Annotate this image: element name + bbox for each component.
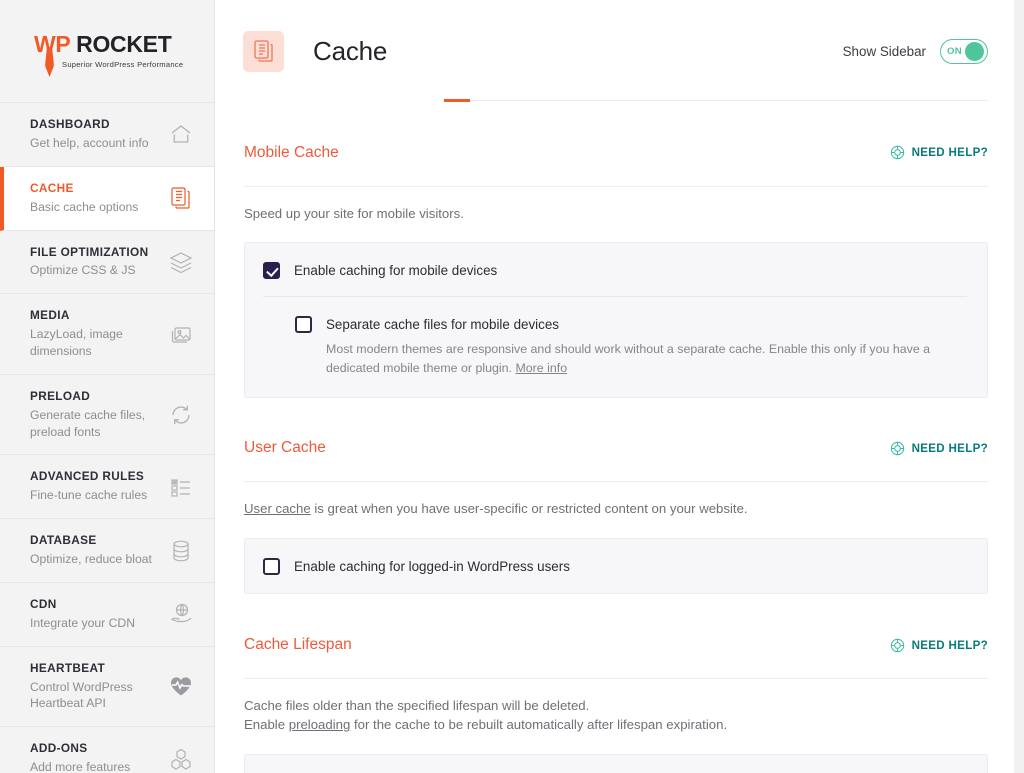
mobile-cache-panel: Enable caching for mobile devices Separa… — [244, 242, 988, 397]
section-description: Cache files older than the specified lif… — [244, 696, 988, 735]
sidebar-item-subtitle: LazyLoad, image dimensions — [30, 326, 168, 360]
sidebar-item-title: CDN — [30, 597, 135, 613]
active-tab-underline — [444, 99, 470, 102]
enable-user-cache-label: Enable caching for logged-in WordPress u… — [294, 557, 570, 575]
sidebar-item-title: DASHBOARD — [30, 117, 149, 133]
layers-icon — [168, 249, 194, 275]
enable-user-cache-checkbox[interactable] — [263, 558, 280, 575]
section-mobile-cache: Mobile Cache NEED HELP? Speed up your si… — [244, 102, 988, 398]
sidebar-item-title: HEARTBEAT — [30, 661, 168, 677]
toggle-knob — [965, 42, 984, 61]
separate-cache-description-text: Most modern themes are responsive and sh… — [326, 342, 930, 375]
lifespan-description-line2-post: for the cache to be rebuilt automaticall… — [350, 717, 727, 732]
brand-logo: WP ROCKET Superior WordPress Performance — [0, 0, 214, 103]
sidebar-item-subtitle: Optimize CSS & JS — [30, 262, 148, 279]
cache-lifespan-panel: Specify time after which the global cach… — [244, 754, 988, 773]
document-stack-icon — [243, 31, 284, 72]
sidebar-item-title: PRELOAD — [30, 389, 168, 405]
main-content: Cache Show Sidebar ON Mobile Cache — [215, 0, 1024, 773]
lifespan-description-line2-pre: Enable — [244, 717, 289, 732]
sidebar-item-cache[interactable]: CACHE Basic cache options — [0, 167, 214, 231]
show-sidebar-toggle[interactable]: ON — [940, 39, 988, 64]
enable-user-cache-row[interactable]: Enable caching for logged-in WordPress u… — [263, 557, 967, 575]
preloading-link[interactable]: preloading — [289, 717, 351, 732]
settings-content: Mobile Cache NEED HELP? Speed up your si… — [215, 102, 1014, 773]
section-user-cache: User Cache NEED HELP? User cache is grea… — [244, 398, 988, 595]
sidebar-item-title: CACHE — [30, 181, 138, 197]
enable-mobile-cache-row[interactable]: Enable caching for mobile devices — [263, 261, 967, 279]
sidebar-item-preload[interactable]: PRELOAD Generate cache files, preload fo… — [0, 375, 214, 456]
blocks-icon — [168, 746, 194, 772]
sidebar-item-file-optimization[interactable]: FILE OPTIMIZATION Optimize CSS & JS — [0, 231, 214, 295]
lifebuoy-icon — [890, 441, 905, 456]
wp-rocket-settings-page: WP ROCKET Superior WordPress Performance… — [0, 0, 1024, 773]
sidebar-item-subtitle: Get help, account info — [30, 135, 149, 152]
need-help-link[interactable]: NEED HELP? — [890, 145, 988, 160]
sidebar: WP ROCKET Superior WordPress Performance… — [0, 0, 215, 773]
user-cache-panel: Enable caching for logged-in WordPress u… — [244, 538, 988, 594]
sidebar-item-subtitle: Generate cache files, preload fonts — [30, 407, 168, 441]
need-help-link[interactable]: NEED HELP? — [890, 441, 988, 456]
image-icon — [168, 321, 194, 347]
toggle-state-label: ON — [947, 46, 962, 57]
sidebar-item-subtitle: Optimize, reduce bloat — [30, 551, 152, 568]
cdn-globe-hand-icon — [168, 601, 194, 627]
section-description: User cache is great when you have user-s… — [244, 499, 988, 519]
separate-cache-label: Separate cache files for mobile devices — [326, 315, 967, 333]
enable-mobile-cache-checkbox[interactable] — [263, 262, 280, 279]
refresh-icon — [168, 402, 194, 428]
section-divider — [244, 481, 988, 482]
page-title: Cache — [313, 36, 387, 67]
sidebar-item-heartbeat[interactable]: HEARTBEAT Control WordPress Heartbeat AP… — [0, 647, 214, 728]
user-cache-link[interactable]: User cache — [244, 501, 311, 516]
need-help-link[interactable]: NEED HELP? — [890, 638, 988, 653]
user-cache-description-rest: is great when you have user-specific or … — [311, 501, 748, 516]
section-divider — [244, 678, 988, 679]
sidebar-item-cdn[interactable]: CDN Integrate your CDN — [0, 583, 214, 647]
section-divider — [244, 186, 988, 187]
sidebar-item-advanced-rules[interactable]: ADVANCED RULES Fine-tune cache rules — [0, 455, 214, 519]
lifebuoy-icon — [890, 145, 905, 160]
sidebar-item-title: DATABASE — [30, 533, 152, 549]
sidebar-item-subtitle: Fine-tune cache rules — [30, 487, 147, 504]
show-sidebar-label: Show Sidebar — [843, 44, 926, 59]
page-header: Cache Show Sidebar ON — [215, 0, 1014, 102]
sidebar-item-title: FILE OPTIMIZATION — [30, 245, 148, 261]
lifebuoy-icon — [890, 638, 905, 653]
need-help-label: NEED HELP? — [912, 639, 988, 652]
sidebar-item-media[interactable]: MEDIA LazyLoad, image dimensions — [0, 294, 214, 375]
separate-cache-row[interactable]: Separate cache files for mobile devices … — [263, 297, 967, 379]
sidebar-item-title: ADD-ONS — [30, 741, 130, 757]
logo-rocket-text: ROCKET — [70, 31, 171, 57]
database-icon — [168, 538, 194, 564]
separate-cache-description: Most modern themes are responsive and sh… — [326, 340, 967, 378]
section-cache-lifespan: Cache Lifespan NEED HELP? Cache files ol… — [244, 594, 988, 773]
list-rules-icon — [168, 474, 194, 500]
sidebar-item-dashboard[interactable]: DASHBOARD Get help, account info — [0, 103, 214, 167]
document-stack-icon — [168, 185, 194, 211]
home-icon — [168, 121, 194, 147]
sidebar-item-subtitle: Control WordPress Heartbeat API — [30, 679, 168, 713]
sidebar-item-subtitle: Add more features — [30, 759, 130, 773]
heartbeat-icon — [168, 673, 194, 699]
section-title: Cache Lifespan — [244, 636, 352, 654]
more-info-link[interactable]: More info — [515, 361, 567, 375]
sidebar-item-title: ADVANCED RULES — [30, 469, 147, 485]
header-divider — [470, 100, 988, 101]
logo-tagline: Superior WordPress Performance — [62, 60, 183, 69]
need-help-label: NEED HELP? — [912, 146, 988, 159]
section-description: Speed up your site for mobile visitors. — [244, 204, 988, 224]
need-help-label: NEED HELP? — [912, 442, 988, 455]
sidebar-item-add-ons[interactable]: ADD-ONS Add more features — [0, 727, 214, 773]
sidebar-item-database[interactable]: DATABASE Optimize, reduce bloat — [0, 519, 214, 583]
sidebar-item-title: MEDIA — [30, 308, 168, 324]
section-title: Mobile Cache — [244, 144, 339, 162]
sidebar-item-subtitle: Basic cache options — [30, 199, 138, 216]
enable-mobile-cache-label: Enable caching for mobile devices — [294, 261, 497, 279]
sidebar-item-subtitle: Integrate your CDN — [30, 615, 135, 632]
section-title: User Cache — [244, 439, 326, 457]
separate-cache-checkbox[interactable] — [295, 316, 312, 333]
lifespan-description-line1: Cache files older than the specified lif… — [244, 698, 589, 713]
